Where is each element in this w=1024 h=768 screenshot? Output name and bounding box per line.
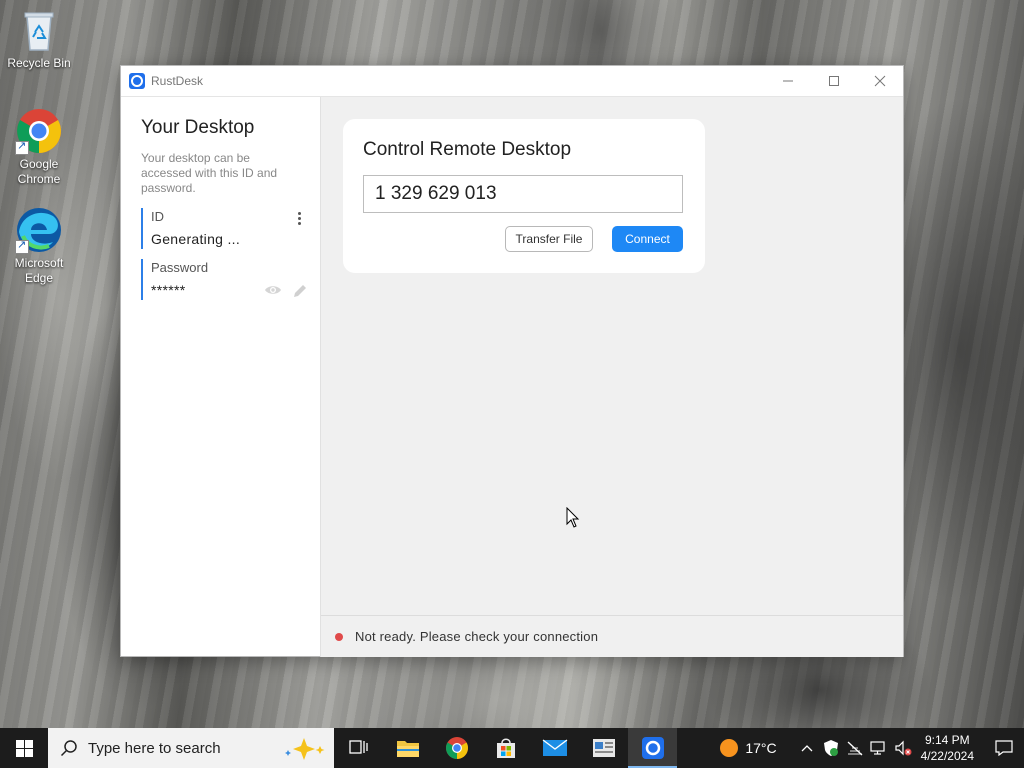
connect-button[interactable]: Connect: [612, 226, 683, 252]
taskbar-file-explorer[interactable]: [383, 728, 432, 768]
your-desktop-title: Your Desktop: [141, 117, 255, 138]
rustdesk-window: RustDesk Your Desktop Your desktop can b…: [120, 65, 904, 657]
title-bar[interactable]: RustDesk: [121, 66, 903, 96]
shield-icon: [823, 740, 838, 756]
start-button[interactable]: [0, 728, 48, 768]
file-explorer-icon: [396, 741, 419, 757]
status-bar: Not ready. Please check your connection: [321, 615, 903, 657]
maximize-icon: [829, 76, 839, 86]
windows-logo-icon: [15, 739, 33, 757]
desktop-icon-edge[interactable]: Microsoft Edge: [4, 206, 74, 286]
password-label: Password: [151, 260, 209, 275]
search-icon: [60, 740, 77, 757]
rustdesk-logo-icon: [129, 73, 145, 89]
desktop-icon-label: Google Chrome: [17, 157, 61, 186]
display-tray-button[interactable]: [867, 728, 891, 768]
sun-icon: [720, 739, 739, 757]
chrome-icon: [15, 107, 63, 155]
no-network-icon: [847, 741, 863, 756]
clock-date: 4/22/2024: [920, 749, 974, 763]
your-desktop-description: Your desktop can be accessed with this I…: [141, 151, 278, 195]
taskbar: Type here to search 17°C 9:14 PM 4/22/20…: [0, 728, 1024, 768]
close-icon: [874, 75, 886, 87]
eye-icon: [265, 286, 281, 294]
your-desktop-panel: Your Desktop Your desktop can be accesse…: [121, 97, 321, 657]
taskbar-rustdesk[interactable]: [628, 728, 677, 768]
taskbar-news[interactable]: [579, 728, 628, 768]
transfer-file-button[interactable]: Transfer File: [505, 226, 593, 252]
control-remote-card: Control Remote Desktop Transfer File Con…: [343, 119, 705, 273]
id-value[interactable]: Generating ...: [151, 231, 302, 249]
task-view-icon: [348, 740, 368, 754]
system-tray: 17°C 9:14 PM 4/22/2024: [719, 728, 1024, 768]
more-vert-icon: [297, 211, 301, 215]
desktop-icon-label: Microsoft Edge: [14, 256, 64, 285]
mail-icon: [542, 739, 567, 756]
notification-icon: [995, 740, 1013, 756]
chevron-up-icon: [801, 745, 813, 752]
security-tray-button[interactable]: [819, 728, 843, 768]
shortcut-arrow-icon: [15, 139, 29, 155]
remote-control-panel: Control Remote Desktop Transfer File Con…: [321, 97, 903, 657]
weather-widget[interactable]: 17°C: [719, 738, 777, 758]
notification-center-button[interactable]: [984, 728, 1024, 768]
network-tray-button[interactable]: [843, 728, 867, 768]
mouse-pointer-icon: [566, 507, 580, 528]
edge-icon: [15, 206, 63, 254]
taskbar-chrome[interactable]: [432, 728, 481, 768]
more-options-button[interactable]: [292, 208, 306, 228]
search-placeholder: Type here to search: [88, 739, 221, 757]
status-text: Not ready. Please check your connection: [355, 629, 599, 644]
desktop-icon-recycle-bin[interactable]: Recycle Bin: [4, 6, 74, 71]
maximize-button[interactable]: [811, 66, 857, 96]
chrome-icon: [445, 737, 468, 759]
taskbar-search-box[interactable]: Type here to search: [48, 728, 334, 768]
id-field: ID Generating ...: [141, 208, 302, 249]
taskbar-store[interactable]: [481, 728, 530, 768]
id-label: ID: [151, 209, 164, 224]
taskbar-mail[interactable]: [530, 728, 579, 768]
control-remote-title: Control Remote Desktop: [363, 139, 572, 160]
desktop-icon-chrome[interactable]: Google Chrome: [4, 107, 74, 187]
volume-tray-button[interactable]: [891, 728, 915, 768]
window-title: RustDesk: [151, 74, 204, 88]
show-password-button[interactable]: [264, 283, 282, 304]
edit-password-button[interactable]: [292, 283, 308, 304]
volume-muted-icon: [895, 740, 912, 756]
store-icon: [496, 738, 515, 758]
sparkle-icon: [285, 738, 325, 760]
status-indicator-dot: [335, 632, 343, 641]
news-icon: [592, 739, 615, 757]
password-field: Password ******: [141, 259, 306, 300]
show-hidden-icons-button[interactable]: [795, 728, 819, 768]
shortcut-arrow-icon: [15, 238, 29, 254]
remote-id-input[interactable]: [363, 175, 683, 213]
recycle-bin-icon: [15, 6, 63, 54]
taskbar-clock[interactable]: 9:14 PM 4/22/2024: [921, 732, 974, 764]
close-button[interactable]: [857, 66, 903, 96]
minimize-icon: [783, 80, 793, 82]
weather-temperature: 17°C: [745, 740, 777, 756]
monitor-icon: [870, 741, 885, 755]
desktop-icon-label: Recycle Bin: [7, 56, 71, 70]
rustdesk-icon: [641, 737, 664, 759]
pencil-icon: [294, 285, 306, 297]
clock-time: 9:14 PM: [924, 733, 970, 747]
minimize-button[interactable]: [765, 66, 811, 96]
task-view-button[interactable]: [334, 728, 383, 768]
